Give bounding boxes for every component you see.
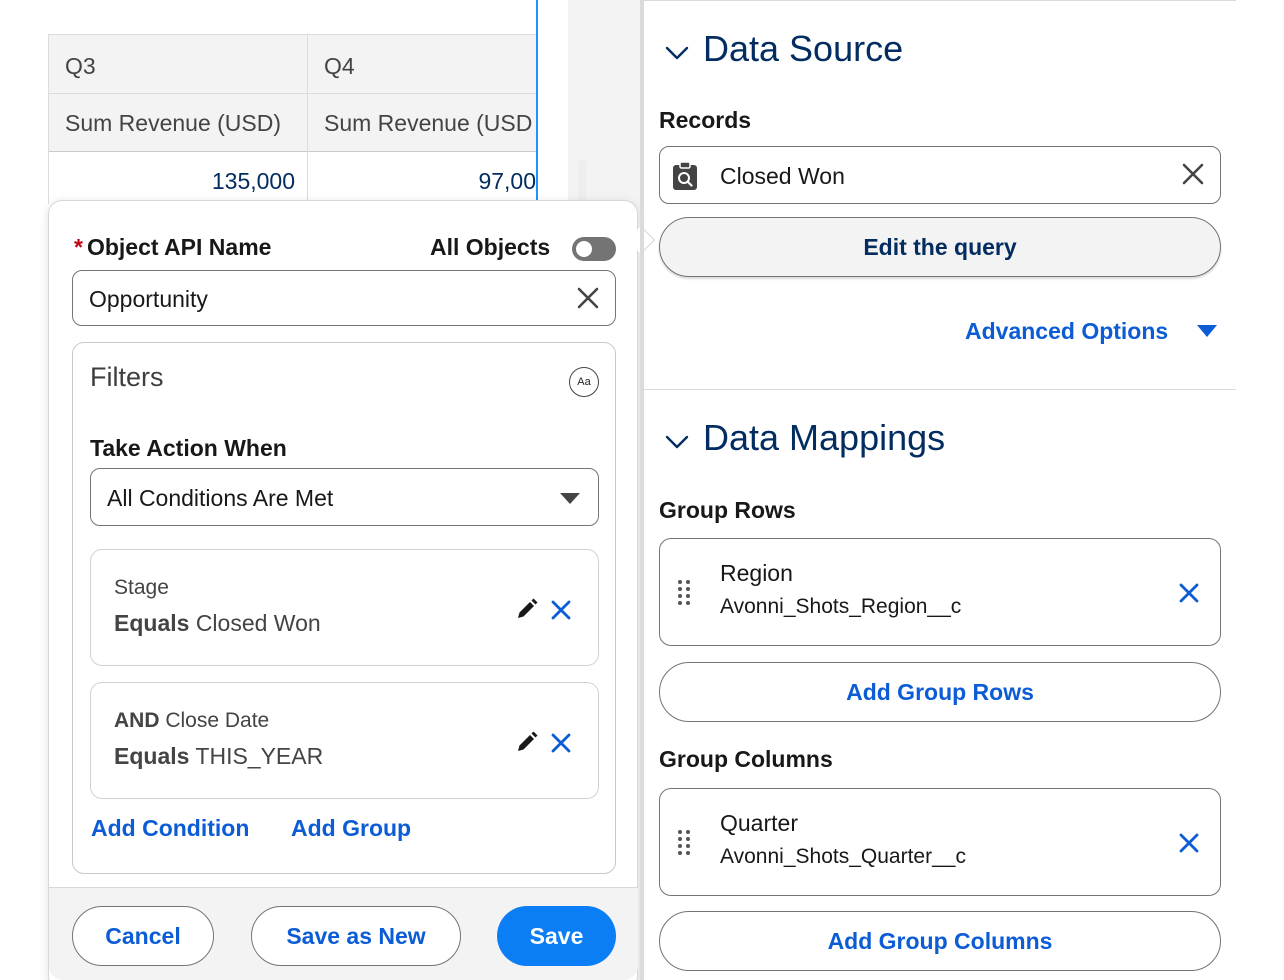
chevron-down-icon[interactable] xyxy=(664,40,690,66)
table-column-q3: Q3 Sum Revenue (USD) 135,000 xyxy=(49,34,308,204)
group-row-label: Region xyxy=(720,560,793,586)
panel-top-rule xyxy=(644,0,1236,1)
group-column-item[interactable]: Quarter Avonni_Shots_Quarter__c xyxy=(659,788,1221,896)
cancel-button[interactable]: Cancel xyxy=(72,906,214,966)
chevron-down-icon xyxy=(560,493,580,504)
group-row-api-name: Avonni_Shots_Region__c xyxy=(720,595,962,618)
edit-pencil-icon[interactable] xyxy=(512,729,540,757)
condition-prefix: AND xyxy=(114,709,160,732)
group-rows-label: Group Rows xyxy=(659,497,796,523)
column-header-measure: Sum Revenue (USD) xyxy=(49,94,307,152)
remove-group-row-icon[interactable] xyxy=(1178,582,1200,604)
drag-handle-icon[interactable] xyxy=(676,829,692,855)
take-action-when-value: All Conditions Are Met xyxy=(107,485,334,511)
all-objects-toggle[interactable] xyxy=(572,237,616,261)
remove-condition-icon[interactable] xyxy=(550,599,572,621)
drag-handle-icon[interactable] xyxy=(676,579,692,605)
object-api-name-label-text: Object API Name xyxy=(86,234,272,260)
remove-condition-icon[interactable] xyxy=(550,732,572,754)
condition-field-name: Close Date xyxy=(165,709,270,732)
panel-divider xyxy=(640,0,644,980)
save-as-new-button[interactable]: Save as New xyxy=(251,906,461,966)
condition-value: THIS_YEAR xyxy=(195,743,324,769)
records-value: Closed Won xyxy=(720,163,845,189)
filter-condition-card[interactable]: AND Close Date Equals THIS_YEAR xyxy=(90,682,599,799)
remove-group-column-icon[interactable] xyxy=(1178,832,1200,854)
toggle-knob xyxy=(576,241,592,257)
advanced-options-link[interactable]: Advanced Options xyxy=(965,318,1168,345)
table-cell-value: 97,00 xyxy=(308,152,538,204)
section-divider xyxy=(644,389,1236,390)
filter-condition-card[interactable]: Stage Equals Closed Won xyxy=(90,549,599,666)
condition-operator: Equals xyxy=(114,743,190,769)
group-columns-label: Group Columns xyxy=(659,746,833,772)
clear-icon[interactable] xyxy=(1180,161,1206,187)
take-action-when-select[interactable]: All Conditions Are Met xyxy=(90,468,599,526)
object-api-name-value: Opportunity xyxy=(89,286,208,312)
add-group-rows-button[interactable]: Add Group Rows xyxy=(659,662,1221,722)
chevron-down-icon[interactable] xyxy=(664,429,690,455)
caret-down-icon[interactable] xyxy=(1197,325,1217,337)
column-header-quarter: Q3 xyxy=(49,34,307,94)
clear-icon[interactable] xyxy=(575,285,601,311)
records-label: Records xyxy=(659,107,752,133)
record-query-icon xyxy=(673,161,697,190)
table-cell-value: 135,000 xyxy=(49,152,307,204)
group-column-label: Quarter xyxy=(720,810,798,836)
condition-operator: Equals xyxy=(114,610,190,636)
filters-title: Filters xyxy=(90,362,164,392)
save-button[interactable]: Save xyxy=(497,906,616,966)
take-action-when-label: Take Action When xyxy=(90,435,287,461)
records-input[interactable]: Closed Won xyxy=(659,146,1221,204)
edit-query-button[interactable]: Edit the query xyxy=(659,217,1221,277)
condition-expression: Equals Closed Won xyxy=(114,610,321,637)
summary-table: Q3 Sum Revenue (USD) 135,000 Q4 Sum Reve… xyxy=(48,34,538,204)
table-column-q4: Q4 Sum Revenue (USD 97,00 xyxy=(308,34,538,204)
component-selection-outline xyxy=(536,0,538,204)
object-api-name-input[interactable]: Opportunity xyxy=(72,270,616,326)
condition-value: Closed Won xyxy=(195,610,321,636)
group-row-item[interactable]: Region Avonni_Shots_Region__c xyxy=(659,538,1221,646)
all-objects-label: All Objects xyxy=(430,234,551,260)
condition-field-name: Stage xyxy=(114,576,169,599)
group-column-api-name: Avonni_Shots_Quarter__c xyxy=(720,845,966,868)
condition-field: Stage xyxy=(114,576,169,600)
object-api-name-label: * Object API Name xyxy=(74,234,271,261)
text-format-icon[interactable]: Aa xyxy=(569,367,599,397)
condition-expression: Equals THIS_YEAR xyxy=(114,743,323,770)
required-asterisk: * xyxy=(74,234,83,260)
column-header-quarter: Q4 xyxy=(308,34,538,94)
data-mappings-section-title[interactable]: Data Mappings xyxy=(703,417,945,459)
add-group-link[interactable]: Add Group xyxy=(291,815,411,842)
add-group-columns-button[interactable]: Add Group Columns xyxy=(659,911,1221,971)
column-header-measure: Sum Revenue (USD xyxy=(308,94,538,152)
data-source-section-title[interactable]: Data Source xyxy=(703,28,903,70)
edit-pencil-icon[interactable] xyxy=(512,596,540,624)
condition-field: AND Close Date xyxy=(114,709,269,733)
add-condition-link[interactable]: Add Condition xyxy=(91,815,249,842)
